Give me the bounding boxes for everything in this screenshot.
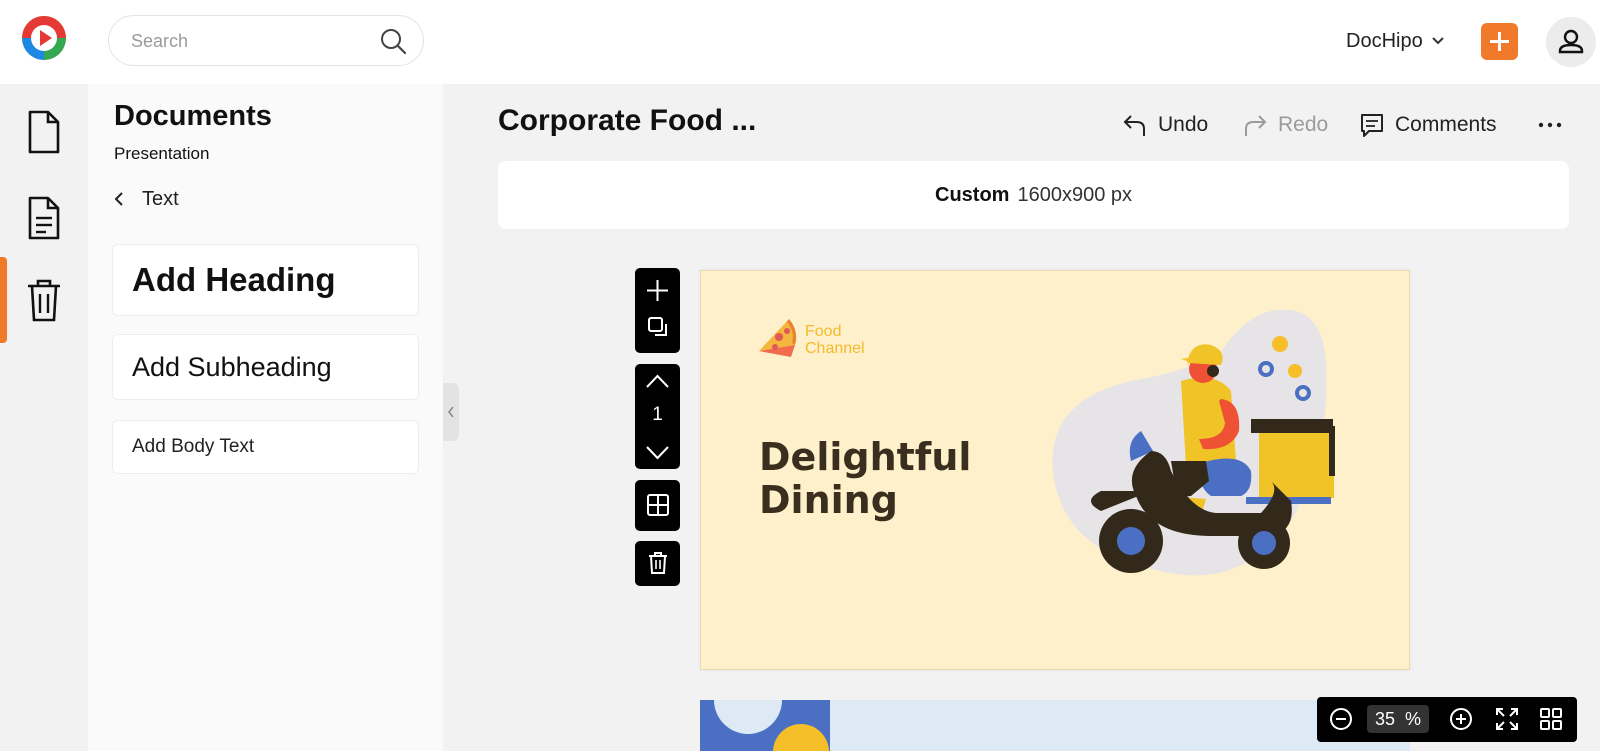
size-type: Custom bbox=[935, 183, 1010, 206]
app-logo-icon[interactable] bbox=[20, 14, 68, 62]
left-rail bbox=[0, 84, 88, 751]
account-switcher[interactable]: DocHipo bbox=[1346, 26, 1445, 56]
chevron-down-icon[interactable] bbox=[645, 444, 670, 462]
fit-screen-icon[interactable] bbox=[1494, 706, 1520, 732]
heading-line-2: Dining bbox=[759, 478, 898, 522]
zoom-value: 35 bbox=[1374, 708, 1395, 729]
text-panel: Documents Presentation Text Add Heading … bbox=[88, 84, 443, 751]
trash-icon[interactable] bbox=[20, 274, 68, 326]
search-input[interactable] bbox=[131, 30, 371, 52]
search-icon[interactable] bbox=[379, 27, 407, 55]
slide-heading[interactable]: Delightful Dining bbox=[759, 436, 999, 522]
page-grid-icon[interactable] bbox=[1538, 706, 1564, 732]
slide-canvas[interactable]: Food Channel Delightful Dining bbox=[700, 270, 1410, 670]
back-button[interactable]: Text bbox=[114, 186, 179, 212]
zoom-toolbar: 35 % bbox=[1317, 697, 1577, 742]
account-label: DocHipo bbox=[1346, 29, 1423, 52]
page-navigation-toolbar: 1 bbox=[635, 364, 680, 469]
create-button[interactable] bbox=[1481, 23, 1518, 60]
undo-icon bbox=[1123, 115, 1145, 136]
comments-button[interactable]: Comments bbox=[1359, 108, 1497, 142]
grid-icon[interactable] bbox=[646, 493, 670, 517]
page-actions-toolbar bbox=[635, 268, 680, 353]
undo-label: Undo bbox=[1158, 113, 1209, 136]
chevron-left-icon bbox=[114, 192, 123, 206]
back-label: Text bbox=[142, 187, 179, 210]
trash-icon[interactable] bbox=[648, 551, 668, 575]
more-options-icon[interactable] bbox=[1535, 112, 1565, 138]
panel-subtitle: Presentation bbox=[114, 144, 210, 163]
document-title[interactable]: Corporate Food ... bbox=[498, 104, 756, 138]
active-indicator bbox=[0, 257, 7, 343]
add-subheading-button[interactable]: Add Subheading bbox=[112, 334, 419, 400]
pizza-slice-logo[interactable] bbox=[755, 311, 801, 363]
page-layout-toolbar bbox=[635, 480, 680, 531]
slide-brand-text[interactable]: Food Channel bbox=[805, 323, 865, 357]
page-delete-toolbar bbox=[635, 541, 680, 586]
plus-icon bbox=[1490, 32, 1509, 51]
chevron-down-icon bbox=[1431, 37, 1444, 45]
comment-icon bbox=[1361, 114, 1383, 137]
redo-label: Redo bbox=[1278, 113, 1329, 136]
document-icon[interactable] bbox=[20, 106, 68, 158]
page-number: 1 bbox=[652, 404, 663, 425]
user-icon bbox=[1558, 29, 1584, 54]
size-value: 1600x900 px bbox=[1017, 183, 1132, 206]
panel-title: Documents bbox=[114, 100, 272, 132]
zoom-in-icon[interactable] bbox=[1448, 706, 1474, 732]
redo-icon bbox=[1245, 115, 1267, 136]
add-page-icon[interactable] bbox=[645, 278, 670, 303]
top-bar: DocHipo bbox=[0, 0, 1600, 84]
panel-collapse-handle[interactable] bbox=[443, 383, 459, 441]
slide-2-preview[interactable] bbox=[700, 700, 1410, 751]
brand-line-1: Food bbox=[805, 323, 842, 340]
add-heading-button[interactable]: Add Heading bbox=[112, 244, 419, 316]
brand-line-2: Channel bbox=[805, 340, 865, 357]
chevron-left-icon bbox=[448, 406, 454, 418]
heading-line-1: Delightful bbox=[759, 435, 972, 479]
add-body-text-button[interactable]: Add Body Text bbox=[112, 420, 419, 474]
duplicate-page-icon[interactable] bbox=[647, 316, 669, 338]
zoom-level[interactable]: 35 % bbox=[1367, 705, 1429, 733]
chevron-up-icon[interactable] bbox=[645, 372, 670, 390]
undo-button[interactable]: Undo bbox=[1122, 108, 1208, 142]
canvas-size-bar[interactable]: Custom 1600x900 px bbox=[498, 161, 1569, 229]
zoom-out-icon[interactable] bbox=[1328, 706, 1354, 732]
redo-button[interactable]: Redo bbox=[1242, 108, 1328, 142]
delivery-scooter-illustration[interactable] bbox=[1041, 301, 1381, 601]
zoom-unit: % bbox=[1405, 708, 1422, 729]
search-box bbox=[108, 15, 424, 66]
user-menu-button[interactable] bbox=[1546, 17, 1596, 67]
comments-label: Comments bbox=[1395, 113, 1497, 136]
text-document-icon[interactable] bbox=[20, 192, 68, 244]
slide-2-shapes bbox=[700, 700, 830, 751]
